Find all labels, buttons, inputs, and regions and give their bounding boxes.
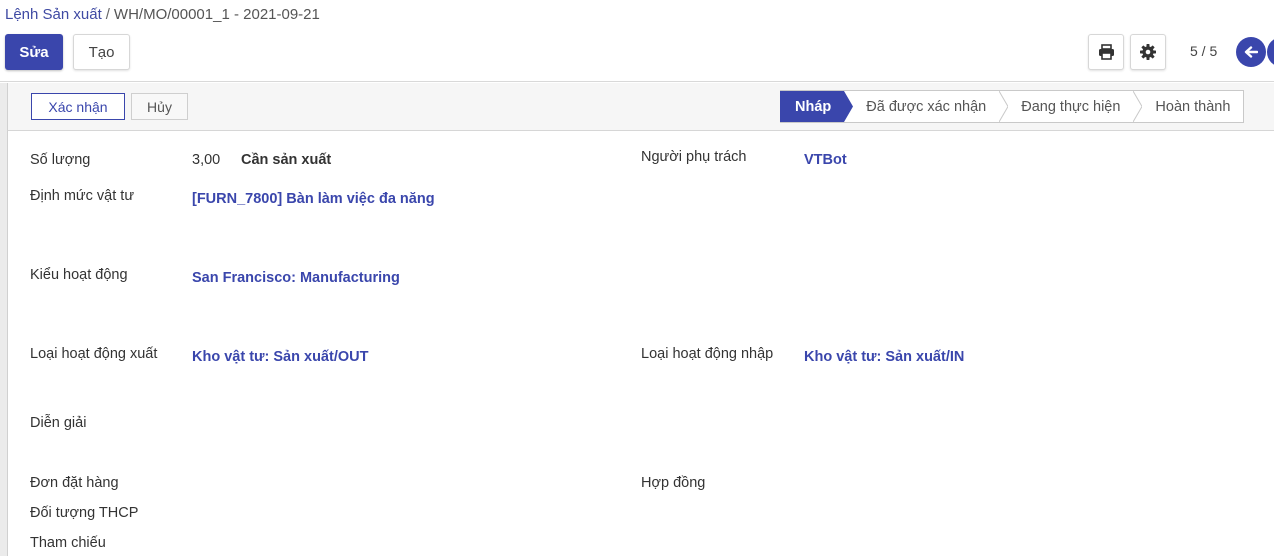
confirm-button[interactable]: Xác nhận — [31, 93, 125, 120]
stage-done[interactable]: Hoàn thành — [1133, 91, 1243, 122]
cost-object-label: Đối tượng THCP — [30, 505, 139, 521]
status-stages: Nháp Đã được xác nhận Đang thực hiện Hoà… — [780, 90, 1245, 123]
settings-button[interactable] — [1130, 34, 1166, 70]
breadcrumb-current: WH/MO/00001_1 - 2021-09-21 — [113, 6, 320, 23]
stage-label: Đang thực hiện — [1021, 98, 1121, 115]
in-operation-label: Loại hoạt động nhập — [641, 346, 774, 362]
next-record-button[interactable] — [1267, 37, 1274, 67]
pager-value: 5 / 5 — [1190, 43, 1218, 59]
previous-record-button[interactable] — [1236, 37, 1266, 67]
stage-label: Nháp — [795, 98, 832, 115]
arrow-left-icon — [1244, 46, 1258, 58]
stage-confirmed[interactable]: Đã được xác nhận — [844, 91, 1009, 122]
contract-label: Hợp đồng — [641, 475, 706, 491]
sale-order-label: Đơn đặt hàng — [30, 475, 119, 491]
breadcrumb: Lệnh Sản xuất / WH/MO/00001_1 - 2021-09-21 — [5, 6, 320, 23]
printer-icon — [1098, 44, 1114, 60]
edit-button[interactable]: Sửa — [5, 34, 63, 70]
stage-label: Đã được xác nhận — [866, 98, 987, 115]
out-operation-label: Loại hoạt động xuất — [30, 346, 158, 362]
chevron-right-icon — [1133, 91, 1143, 122]
breadcrumb-parent-link[interactable]: Lệnh Sản xuất — [5, 6, 102, 23]
bom-label: Định mức vật tư — [30, 188, 135, 204]
gear-icon — [1140, 44, 1156, 60]
control-panel: Lệnh Sản xuất / WH/MO/00001_1 - 2021-09-21… — [0, 0, 1274, 82]
statusbar: Xác nhận Hủy Nháp Đã được xác nhận Đang … — [7, 83, 1274, 131]
breadcrumb-separator: / — [105, 6, 110, 23]
quantity-unit: Cần sản xuất — [241, 152, 332, 168]
reference-label: Tham chiếu — [30, 535, 106, 551]
create-button[interactable]: Tạo — [73, 34, 130, 70]
responsible-label: Người phụ trách — [641, 149, 747, 165]
cancel-button[interactable]: Hủy — [131, 93, 188, 120]
quantity-value[interactable]: 3,00 — [192, 152, 220, 168]
operation-type-label: Kiểu hoạt động — [30, 267, 128, 283]
description-label: Diễn giải — [30, 415, 87, 431]
quantity-label: Số lượng — [30, 152, 91, 168]
stage-label: Hoàn thành — [1155, 98, 1231, 115]
print-button[interactable] — [1088, 34, 1124, 70]
responsible-link[interactable]: VTBot — [804, 152, 847, 168]
out-operation-link[interactable]: Kho vật tư: Sản xuất/OUT — [192, 349, 368, 365]
chevron-right-icon — [844, 91, 854, 122]
stage-draft[interactable]: Nháp — [780, 91, 854, 122]
chevron-right-icon — [999, 91, 1009, 122]
bom-link[interactable]: [FURN_7800] Bàn làm việc đa năng — [192, 191, 435, 207]
operation-type-link[interactable]: San Francisco: Manufacturing — [192, 270, 400, 286]
stage-in-progress[interactable]: Đang thực hiện — [999, 91, 1143, 122]
in-operation-link[interactable]: Kho vật tư: Sản xuất/IN — [804, 349, 964, 365]
